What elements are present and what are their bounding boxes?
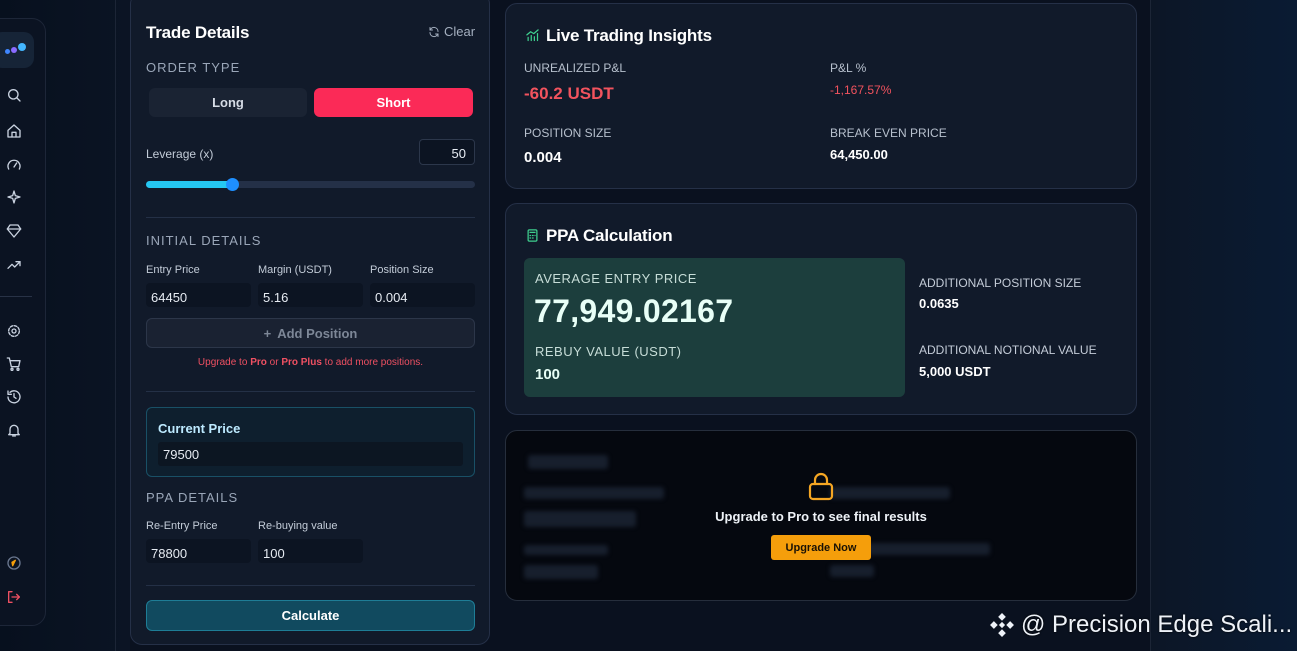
margin-label: Margin (USDT) [258, 264, 332, 276]
unrealized-pnl-label: UNREALIZED P&L [524, 61, 627, 75]
rebuy-value: 100 [535, 366, 561, 383]
break-even-label: BREAK EVEN PRICE [830, 126, 947, 140]
add-position-button[interactable]: + Add Position [146, 318, 475, 348]
binance-icon [990, 613, 1014, 637]
margin-input[interactable]: 5.16 [258, 283, 363, 307]
rebuying-value-input[interactable]: 100 [258, 539, 363, 563]
section-divider [146, 217, 475, 218]
compass-icon[interactable] [6, 555, 22, 571]
pro-plus-link[interactable]: Pro Plus [281, 357, 322, 368]
pnl-percent-value: -1,167.57% [830, 83, 892, 97]
sidebar-separator [0, 296, 32, 297]
rebuy-value-label: REBUY VALUE (USDT) [535, 344, 682, 359]
additional-notional-value: 5,000 USDT [919, 364, 991, 379]
order-type-label: ORDER TYPE [146, 60, 241, 75]
blurred-placeholder [830, 487, 950, 499]
upgrade-now-button[interactable]: Upgrade Now [771, 535, 871, 560]
ppa-details-label: PPA DETAILS [146, 490, 239, 505]
reentry-price-label: Re-Entry Price [146, 520, 218, 532]
position-size-value: 0.004 [524, 149, 562, 166]
average-entry-box: AVERAGE ENTRY PRICE 77,949.02167 REBUY V… [524, 258, 905, 397]
blurred-placeholder [528, 455, 608, 469]
app-logo[interactable] [0, 32, 34, 68]
unrealized-pnl-value: -60.2 USDT [524, 84, 614, 103]
additional-position-size-label: ADDITIONAL POSITION SIZE [919, 276, 1082, 290]
section-divider [146, 391, 475, 392]
break-even-value: 64,450.00 [830, 147, 888, 162]
blurred-placeholder [524, 565, 598, 579]
leverage-input[interactable]: 50 [419, 139, 475, 165]
calculate-button[interactable]: Calculate [146, 600, 475, 631]
search-icon[interactable] [6, 87, 22, 103]
pro-link[interactable]: Pro [250, 357, 267, 368]
position-size-input[interactable]: 0.004 [370, 283, 475, 307]
watermark: @ Precision Edge Scali... [989, 611, 1292, 639]
blurred-placeholder [830, 565, 874, 577]
sparkles-icon[interactable] [6, 189, 22, 205]
locked-results-panel: Upgrade to Pro to see final results Upgr… [505, 430, 1137, 601]
current-price-box: Current Price 79500 [146, 407, 475, 477]
settings-icon[interactable] [6, 323, 22, 339]
ppa-calculation-panel: PPA Calculation AVERAGE ENTRY PRICE 77,9… [505, 203, 1137, 415]
add-position-label: Add Position [277, 325, 358, 341]
current-price-input[interactable]: 79500 [158, 442, 463, 466]
gauge-icon[interactable] [6, 157, 22, 173]
upgrade-note: Upgrade to Pro or Pro Plus to add more p… [197, 357, 424, 368]
sidebar [0, 18, 46, 626]
entry-price-label: Entry Price [146, 264, 200, 276]
avg-entry-value: 77,949.02167 [534, 293, 734, 329]
right-background [1150, 0, 1297, 651]
calculator-icon [525, 228, 540, 248]
insights-title: Live Trading Insights [546, 26, 712, 45]
blurred-placeholder [524, 487, 664, 499]
history-icon[interactable] [6, 389, 22, 405]
leverage-label: Leverage (x) [146, 147, 214, 161]
plus-icon: + [263, 325, 272, 341]
chart-icon [525, 28, 540, 48]
upgrade-message: Upgrade to Pro to see final results [715, 509, 927, 524]
section-divider [146, 585, 475, 586]
cart-icon[interactable] [6, 356, 22, 372]
trending-up-icon[interactable] [6, 257, 22, 273]
leverage-slider-handle[interactable] [226, 178, 239, 191]
lock-icon [807, 471, 835, 501]
watermark-text: @ Precision Edge Scali... [1021, 611, 1293, 638]
additional-notional-label: ADDITIONAL NOTIONAL VALUE [919, 343, 1097, 357]
pnl-percent-label: P&L % [830, 61, 867, 75]
logout-icon[interactable] [6, 589, 22, 605]
short-button[interactable]: Short [314, 88, 473, 117]
initial-details-label: INITIAL DETAILS [146, 233, 262, 248]
blurred-placeholder [524, 545, 608, 555]
position-size-label: POSITION SIZE [524, 126, 612, 140]
ppa-title: PPA Calculation [546, 226, 673, 245]
avg-entry-label: AVERAGE ENTRY PRICE [535, 271, 697, 286]
leverage-slider-fill [146, 181, 232, 188]
rebuying-value-label: Re-buying value [258, 520, 338, 532]
divider-line [1150, 0, 1151, 651]
bell-icon[interactable] [6, 422, 22, 438]
current-price-label: Current Price [158, 421, 241, 436]
gem-icon[interactable] [6, 223, 22, 239]
entry-price-input[interactable]: 64450 [146, 283, 251, 307]
reentry-price-input[interactable]: 78800 [146, 539, 251, 563]
live-insights-panel: Live Trading Insights UNREALIZED P&L -60… [505, 3, 1137, 189]
refresh-icon [429, 26, 439, 37]
clear-label: Clear [444, 24, 476, 39]
divider-line [115, 0, 116, 651]
additional-position-size-value: 0.0635 [919, 296, 959, 311]
trade-details-panel: Trade Details Clear ORDER TYPE Long Shor… [130, 0, 490, 645]
position-size-label: Position Size [370, 264, 434, 276]
long-button[interactable]: Long [149, 88, 307, 117]
clear-button[interactable]: Clear [428, 24, 475, 39]
home-icon[interactable] [6, 123, 22, 139]
trade-details-title: Trade Details [146, 23, 250, 42]
